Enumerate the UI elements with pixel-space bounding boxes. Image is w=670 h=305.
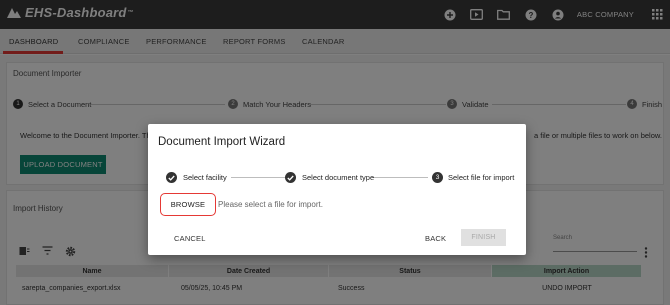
wizard-step-label: Select facility	[183, 173, 227, 182]
browse-button[interactable]: BROWSE	[165, 197, 211, 212]
wizard-step-connector	[372, 177, 428, 178]
wizard-step-select-document-type: Select document type	[285, 172, 374, 183]
wizard-step-select-facility: Select facility	[166, 172, 227, 183]
check-circle-icon	[166, 172, 177, 183]
check-circle-icon	[285, 172, 296, 183]
back-button[interactable]: BACK	[425, 234, 446, 243]
wizard-title: Document Import Wizard	[158, 136, 286, 148]
wizard-step-label: Select file for import	[448, 173, 515, 182]
step-number-badge: 3	[432, 172, 443, 183]
wizard-step-label: Select document type	[302, 173, 375, 182]
finish-button[interactable]: FINISH	[461, 229, 506, 246]
import-wizard-dialog: Document Import Wizard Select facility S…	[148, 124, 526, 255]
wizard-step-select-file: 3 Select file for import	[432, 172, 514, 183]
browse-hint-text: Please select a file for import.	[218, 200, 323, 209]
cancel-button[interactable]: CANCEL	[174, 234, 206, 243]
